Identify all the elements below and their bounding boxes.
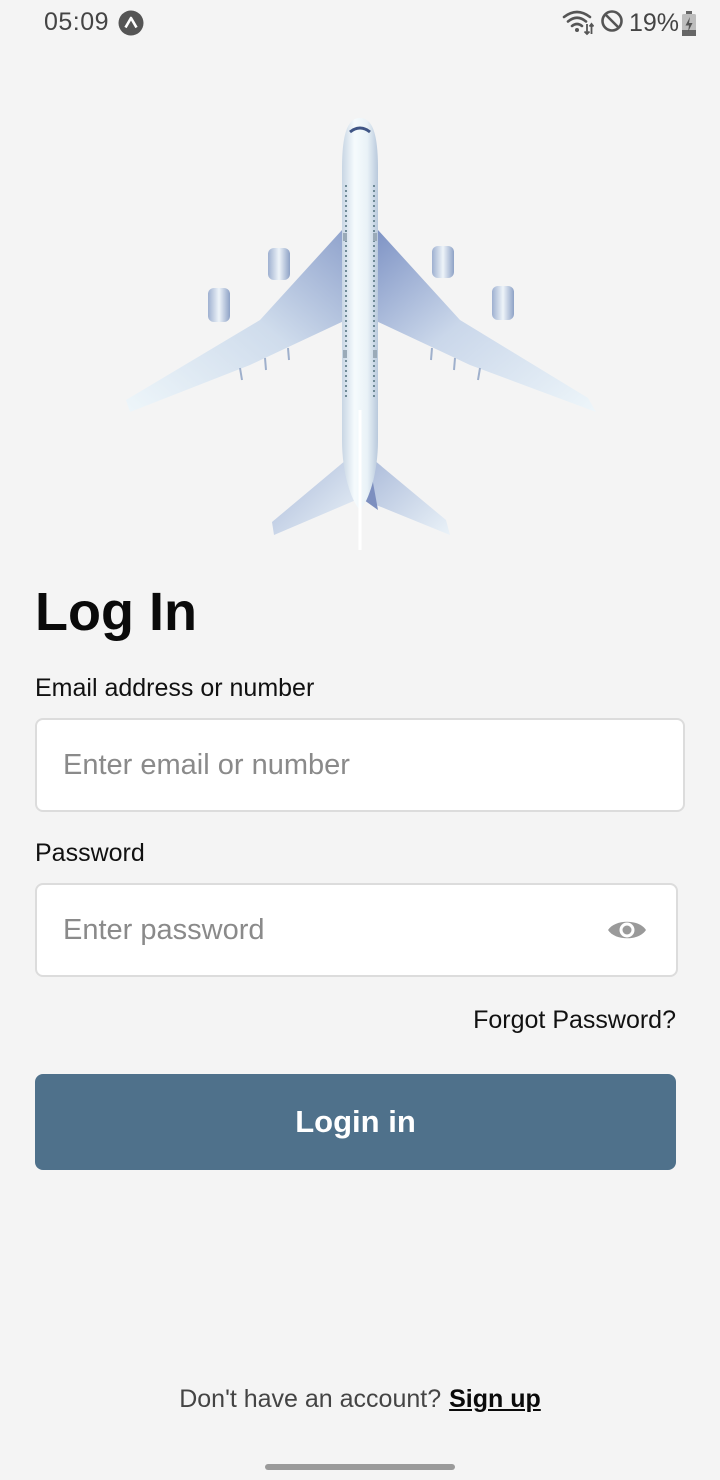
password-input[interactable] bbox=[63, 885, 583, 975]
eye-icon[interactable] bbox=[606, 915, 648, 945]
login-button[interactable]: Login in bbox=[35, 1074, 676, 1170]
dnd-icon bbox=[600, 9, 624, 38]
wifi-icon bbox=[562, 8, 595, 41]
airplane-illustration bbox=[120, 110, 600, 560]
status-bar: 05:09 19% bbox=[0, 0, 720, 46]
password-field[interactable] bbox=[35, 883, 678, 977]
signup-row: Don't have an account? Sign up bbox=[0, 1385, 720, 1414]
signup-link[interactable]: Sign up bbox=[449, 1385, 541, 1413]
battery-percent: 19% bbox=[629, 9, 680, 37]
home-indicator[interactable] bbox=[265, 1464, 455, 1470]
email-field[interactable] bbox=[35, 718, 685, 812]
status-icons: 19% bbox=[520, 6, 720, 40]
page-title: Log In bbox=[35, 582, 197, 642]
status-time: 05:09 bbox=[44, 8, 110, 36]
signup-prompt: Don't have an account? bbox=[179, 1385, 442, 1413]
password-label: Password bbox=[35, 839, 145, 867]
forgot-password-link[interactable]: Forgot Password? bbox=[473, 1006, 676, 1035]
battery-icon bbox=[681, 11, 697, 42]
app-notification-icon bbox=[118, 10, 144, 36]
email-label: Email address or number bbox=[35, 674, 315, 702]
email-input[interactable] bbox=[63, 720, 653, 810]
